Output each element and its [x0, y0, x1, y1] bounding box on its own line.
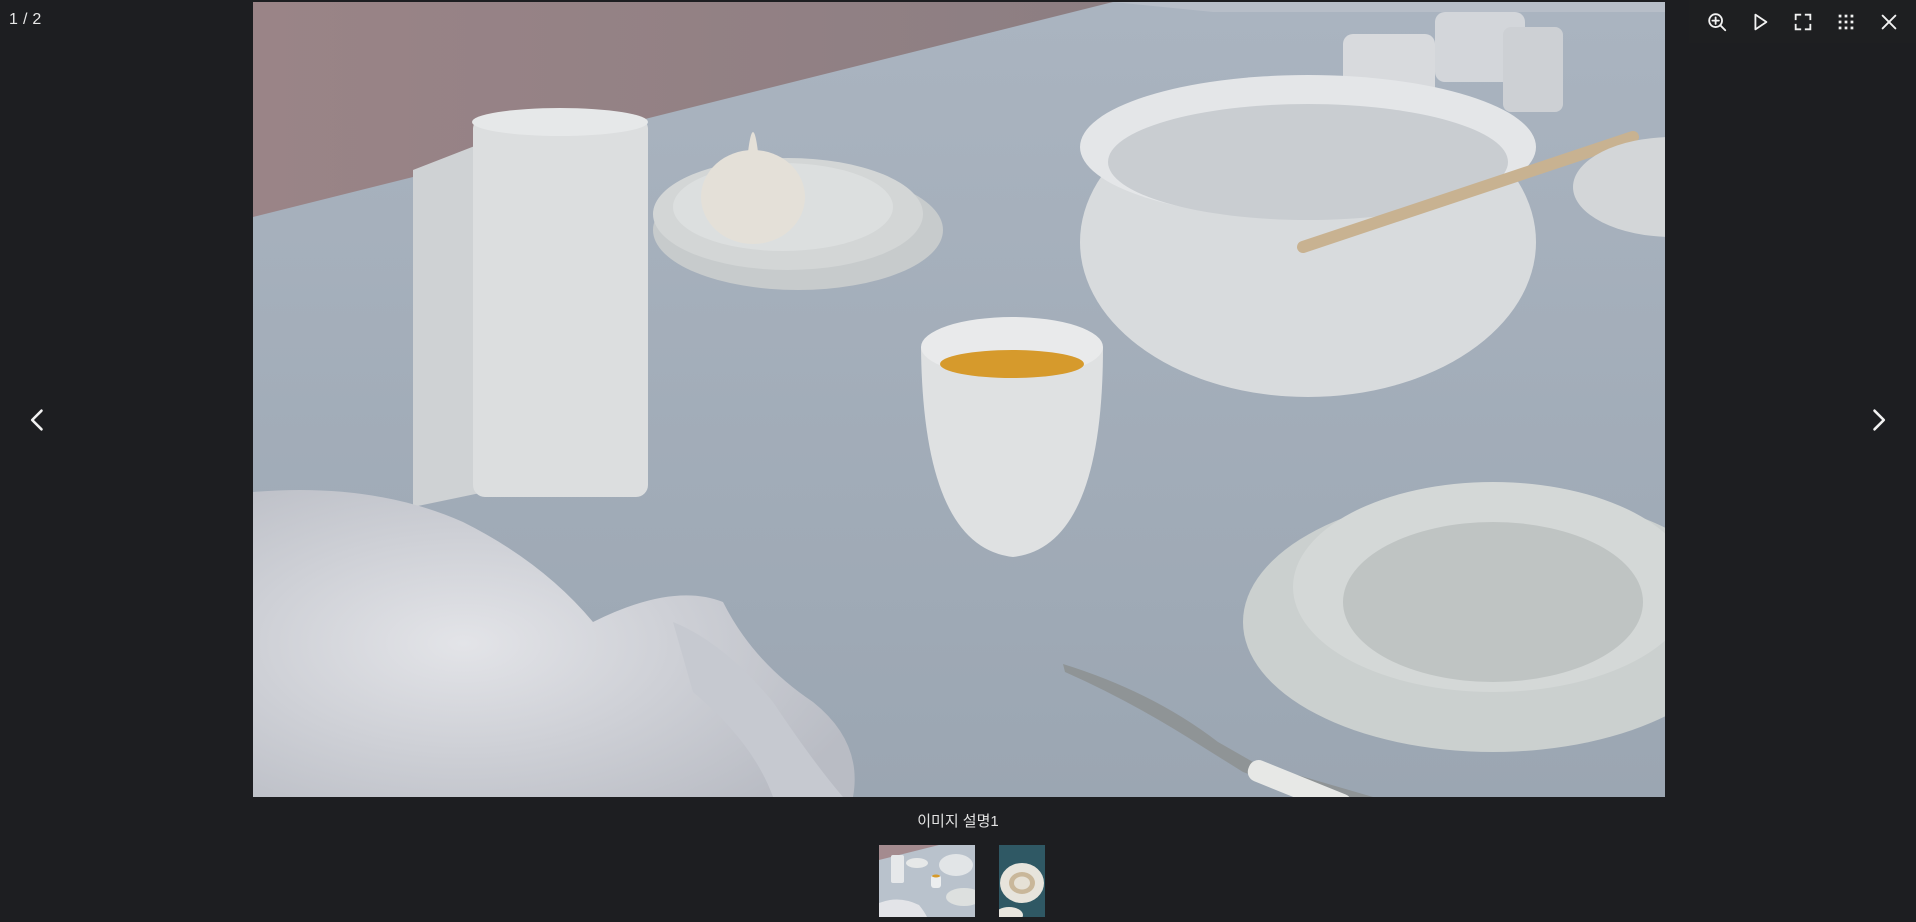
next-button[interactable]	[1856, 398, 1900, 442]
zoom-in-icon	[1707, 12, 1726, 31]
previous-button[interactable]	[16, 398, 60, 442]
zoom-button[interactable]	[1699, 4, 1735, 40]
thumbnail-image	[999, 845, 1045, 917]
chevron-left-icon	[30, 409, 43, 431]
viewer-toolbar	[1689, 0, 1916, 43]
slideshow-button[interactable]	[1742, 4, 1778, 40]
thumbnail-1[interactable]	[879, 845, 975, 917]
lightbox-viewer: 1 / 2 이미지 설명1	[0, 0, 1916, 922]
close-icon	[1881, 14, 1896, 29]
close-button[interactable]	[1871, 4, 1907, 40]
grid-icon	[1838, 14, 1853, 29]
chevron-right-icon	[1873, 409, 1886, 431]
slide-counter: 1 / 2	[9, 11, 42, 28]
thumbnail-image	[879, 845, 975, 917]
thumbnail-strip	[0, 845, 1916, 917]
play-icon	[1754, 13, 1767, 30]
image-caption: 이미지 설명1	[917, 813, 999, 830]
thumbnails-toggle-button[interactable]	[1828, 4, 1864, 40]
fullscreen-icon	[1794, 13, 1811, 30]
thumbnail-2[interactable]	[999, 845, 1045, 917]
main-image[interactable]	[253, 2, 1665, 797]
tableware-photo	[253, 2, 1665, 797]
fullscreen-button[interactable]	[1785, 4, 1821, 40]
